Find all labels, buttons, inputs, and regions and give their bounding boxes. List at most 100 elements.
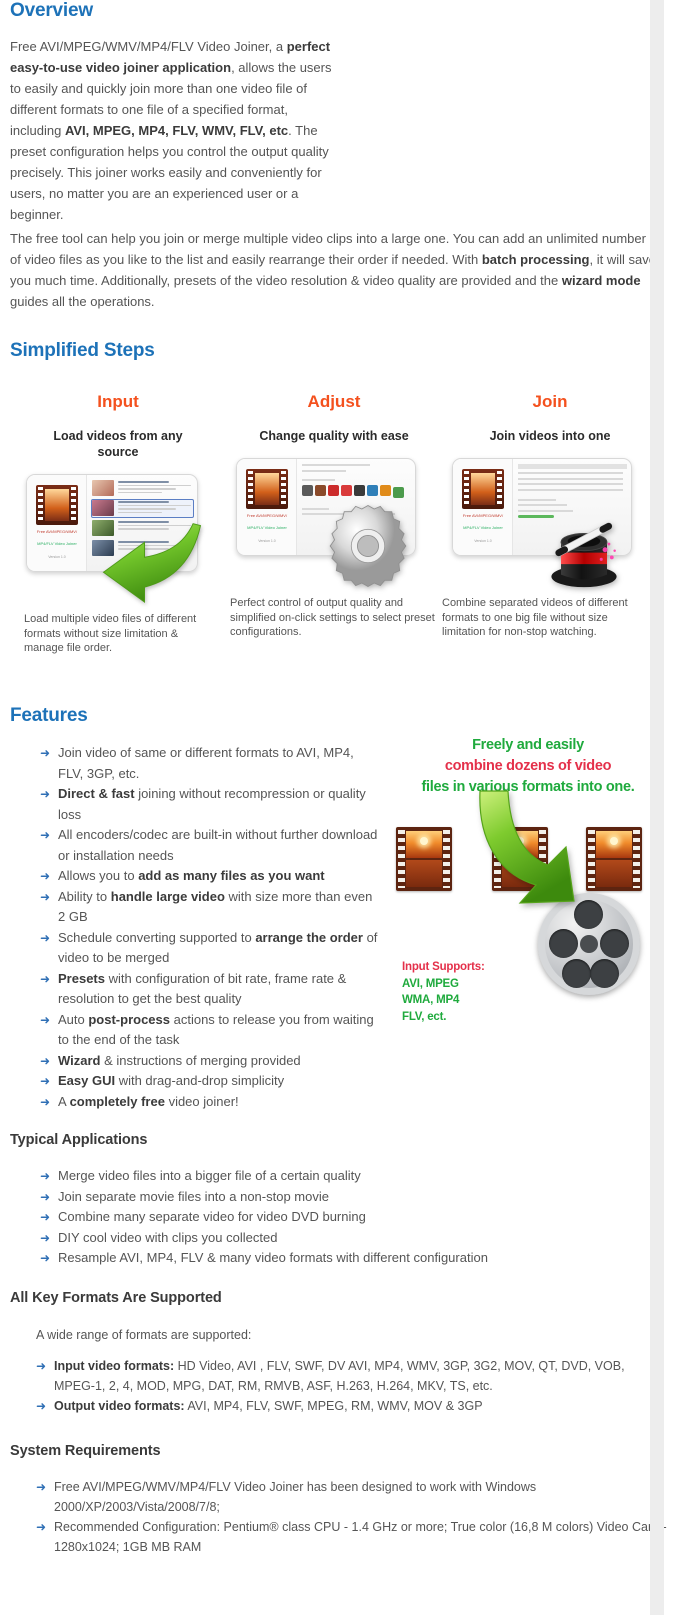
gear-icon xyxy=(329,505,407,587)
film-strip-icon xyxy=(396,827,452,891)
green-arrow-icon xyxy=(102,523,202,603)
page-root: Overview Free AVI/MPEG/WMV/MP4/FLV Video… xyxy=(0,0,667,1615)
feature-item: ➜ Direct & fast joining without recompres… xyxy=(40,784,380,825)
sysreq-item-label: Free AVI/MPEG/WMV/MP4/FLV Video Joiner h… xyxy=(54,1480,537,1514)
app-logo-line1: Free AVI/MPEG/WMV/ xyxy=(36,529,78,534)
green-arrow-icon xyxy=(479,790,575,904)
arrow-bullet-icon: ➜ xyxy=(36,1520,47,1534)
typical-item: ➜ Join separate movie files into a non-st… xyxy=(40,1187,640,1208)
file-list-row xyxy=(92,480,193,497)
typical-item: ➜ Merge video files into a bigger file of… xyxy=(40,1166,640,1187)
feature-bold: handle large video xyxy=(110,888,225,904)
feature-item: ➜ Join video of same or different formats… xyxy=(40,743,380,784)
arrow-bullet-icon: ➜ xyxy=(40,1230,51,1245)
format-icon-swf xyxy=(341,484,352,496)
step-join-image: Free AVI/MPEG/WMV/ MP4/FLV Video Joiner … xyxy=(442,450,658,590)
step-adjust-title: Adjust xyxy=(307,392,361,411)
app-version-label: Version 1.0 xyxy=(258,539,276,543)
overview-p1-bold2: AVI, MPEG, MP4, FLV, WMV, FLV, etc xyxy=(64,123,289,138)
formats-item: ➜ Output video formats: AVI, MP4, FLV, SW… xyxy=(36,1396,668,1416)
app-version-label: Version 1.0 xyxy=(48,555,66,559)
overview-p2-bold2: wizard mode xyxy=(561,273,641,288)
feature-bold: add as many files as you want xyxy=(138,868,325,883)
app-sidebar: Free AVI/MPEG/WMV/ MP4/FLV Video Joiner … xyxy=(453,459,513,555)
simplified-steps-heading: Simplified Steps xyxy=(10,340,155,361)
step-join-title: Join xyxy=(532,392,568,411)
arrow-bullet-icon: ➜ xyxy=(40,1012,51,1027)
step-adjust-subtitle: Change quality with ease xyxy=(259,429,409,443)
format-icon-row xyxy=(302,484,411,498)
film-strip-logo-icon xyxy=(246,469,288,509)
app-logo-line1: Free AVI/MPEG/WMV/ xyxy=(246,513,288,518)
features-heading: Features xyxy=(10,705,88,726)
sysreq-item: ➜ Recommended Configuration: Pentium® cla… xyxy=(36,1517,668,1557)
feature-pre: Allows you to xyxy=(58,868,139,883)
app-logo-line2: MP4/FLV Video Joiner xyxy=(247,525,287,530)
feature-item: ➜ All encoders/codec are built-in without… xyxy=(40,825,380,866)
magic-hat-icon xyxy=(551,522,617,588)
formats-heading: All Key Formats Are Supported xyxy=(10,1290,222,1306)
feature-bold: completely free xyxy=(69,1093,165,1109)
arrow-bullet-icon: ➜ xyxy=(40,787,51,801)
arrow-bullet-icon: ➜ xyxy=(40,971,51,986)
arrow-bullet-icon: ➜ xyxy=(40,1169,51,1183)
formats-item: ➜ Input video formats: HD Video, AVI , FL… xyxy=(36,1356,668,1396)
overview-p1-text1: Free AVI/MPEG/WMV/MP4/FLV Video Joiner, … xyxy=(10,39,287,54)
step-input-subtitle: Load videos from any source xyxy=(53,429,183,459)
typical-item-label: Join separate movie files into a non-sto… xyxy=(58,1188,329,1204)
step-input-title: Input xyxy=(97,392,139,411)
step-join-caption: Combine separated videos of different fo… xyxy=(442,597,628,638)
feature-item: ➜ Allows you to add as many files as you … xyxy=(40,866,380,887)
input-supports-line-3: FLV, ect. xyxy=(402,1010,447,1023)
step-adjust-image: Free AVI/MPEG/WMV/ MP4/FLV Video Joiner … xyxy=(226,450,442,590)
step-adjust-caption: Perfect control of output quality and si… xyxy=(230,597,435,638)
arrow-bullet-icon: ➜ xyxy=(40,930,51,945)
formats-item-label: Output video formats: xyxy=(54,1399,185,1413)
format-icon-mp4 xyxy=(393,486,404,498)
feature-bold: Wizard xyxy=(58,1052,101,1068)
feature-item: ➜ A completely free video joiner! xyxy=(40,1092,380,1113)
feature-pre: Schedule converting supported to xyxy=(58,929,256,945)
feature-post: with drag-and-drop simplicity xyxy=(115,1073,285,1088)
feature-item: ➜ Schedule converting supported to arrang… xyxy=(40,928,380,969)
feature-post: video joiner! xyxy=(164,1093,239,1109)
arrow-bullet-icon: ➜ xyxy=(36,1359,47,1373)
typical-item-label: Merge video files into a bigger file of … xyxy=(58,1168,361,1183)
promo-graphic: Freely and easily combine dozens of vide… xyxy=(388,735,668,1045)
feature-bold: post-process xyxy=(88,1011,170,1027)
input-supports-block: Input Supports: AVI, MPEG WMA, MP4 FLV, … xyxy=(402,959,485,1025)
arrow-bullet-icon: ➜ xyxy=(40,1210,51,1224)
formats-item-label: Input video formats: xyxy=(54,1359,175,1373)
overview-heading: Overview xyxy=(10,0,93,21)
feature-item: ➜ Auto post-process actions to release yo… xyxy=(40,1010,380,1051)
typical-applications-list: ➜ Merge video files into a bigger file of… xyxy=(40,1166,640,1269)
typical-item-label: DIY cool video with clips you collected xyxy=(58,1229,278,1245)
arrow-bullet-icon: ➜ xyxy=(40,1251,51,1265)
arrow-bullet-icon: ➜ xyxy=(40,1053,51,1068)
app-logo-line2: MP4/FLV Video Joiner xyxy=(463,525,503,530)
format-icon-3gp xyxy=(367,484,378,496)
formats-intro-text: A wide range of formats are supported: xyxy=(36,1328,252,1342)
feature-pre: Auto xyxy=(58,1011,89,1027)
feature-item: ➜ Presets with configuration of bit rate,… xyxy=(40,969,380,1010)
arrow-bullet-icon: ➜ xyxy=(40,1074,51,1088)
app-version-label: Version 1.0 xyxy=(474,539,492,543)
overview-paragraph-2: The free tool can help you join or merge… xyxy=(10,228,660,312)
page-right-edge-strip xyxy=(650,0,664,1615)
step-join-subtitle: Join videos into one xyxy=(489,429,611,443)
input-supports-line-2: WMA, MP4 xyxy=(402,994,460,1006)
film-strip-logo-icon xyxy=(36,485,78,525)
feature-pre: Ability to xyxy=(58,888,111,904)
file-list-row xyxy=(91,499,194,518)
feature-post: & instructions of merging provided xyxy=(100,1052,301,1068)
feature-pre: Join video of same or different formats … xyxy=(58,745,354,781)
system-requirements-heading: System Requirements xyxy=(10,1443,161,1459)
input-supports-label: Input Supports: xyxy=(402,961,485,973)
app-logo-line2: MP4/FLV Video Joiner xyxy=(37,541,77,546)
format-icon-wmv xyxy=(315,484,326,496)
input-supports-line-1: AVI, MPEG xyxy=(402,977,459,990)
feature-item: ➜ Wizard & instructions of merging provid… xyxy=(40,1051,380,1072)
feature-bold: Presets xyxy=(58,970,105,986)
features-list: ➜ Join video of same or different formats… xyxy=(40,743,380,1112)
feature-pre: All encoders/codec are built-in without … xyxy=(58,827,378,863)
